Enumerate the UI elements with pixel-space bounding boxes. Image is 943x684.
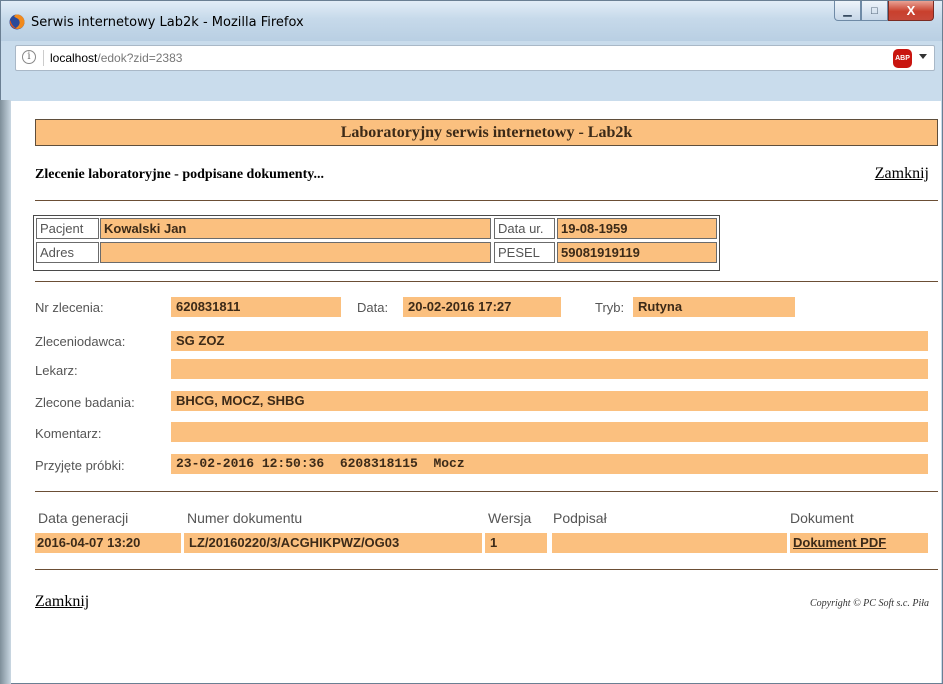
doctor-label: Lekarz: — [35, 363, 78, 378]
pesel-label: PESEL — [494, 242, 555, 263]
divider — [35, 281, 938, 282]
tests-value: BHCG, MOCZ, SHBG — [171, 391, 928, 411]
url-text[interactable]: localhost/edok?zid=2383 — [50, 51, 182, 65]
document-pdf-link[interactable]: Dokument PDF — [793, 535, 886, 550]
close-link-bottom[interactable]: Zamknij — [35, 593, 89, 611]
divider — [35, 491, 938, 492]
chevron-down-icon[interactable] — [919, 54, 927, 59]
copyright: Copyright © PC Soft s.c. Piła — [810, 598, 929, 609]
col-header-generated: Data generacji — [38, 510, 129, 526]
col-header-signed-by: Podpisał — [553, 510, 607, 526]
samples-value: 23-02-2016 12:50:36 6208318115 Mocz — [171, 454, 928, 474]
adblock-plus-icon[interactable]: ABP — [893, 49, 912, 68]
tests-label: Zlecone badania: — [35, 395, 135, 410]
order-number-value: 620831811 — [171, 297, 341, 317]
doc-number-value: LZ/20160220/3/ACGHIKPWZ/OG03 — [184, 533, 482, 553]
page-title: Zlecenie laboratoryjne - podpisane dokum… — [35, 167, 324, 182]
orderer-label: Zleceniodawca: — [35, 334, 126, 349]
col-header-document: Dokument — [790, 510, 854, 526]
close-link-top[interactable]: Zamknij — [875, 165, 929, 183]
window-left-frame — [0, 100, 11, 684]
minimize-icon: ▁ — [843, 5, 852, 17]
url-bar[interactable]: i localhost/edok?zid=2383 ABP — [15, 45, 935, 71]
samples-label: Przyjęte próbki: — [35, 458, 125, 473]
doc-version-value: 1 — [485, 533, 547, 553]
patient-name-value: Kowalski Jan — [100, 218, 491, 239]
order-mode-label: Tryb: — [595, 300, 625, 315]
close-icon: X — [906, 3, 916, 18]
content-top-strip — [11, 75, 941, 101]
doctor-value — [171, 359, 928, 379]
comment-value — [171, 422, 928, 442]
url-path: /edok?zid=2383 — [97, 51, 183, 65]
document-pdf-cell: Dokument PDF — [790, 533, 928, 553]
address-label: Adres — [36, 242, 99, 263]
window-controls: ▁ □ X — [834, 1, 934, 23]
col-header-doc-number: Numer dokumentu — [187, 510, 303, 526]
patient-name-label: Pacjent — [36, 218, 99, 239]
page-banner: Laboratoryjny serwis internetowy - Lab2k — [35, 119, 938, 146]
page-content: Laboratoryjny serwis internetowy - Lab2k… — [11, 101, 941, 683]
pesel-value: 59081919119 — [557, 242, 717, 263]
patient-table: Pacjent Kowalski Jan Data ur. 19-08-1959… — [33, 215, 720, 271]
address-value — [100, 242, 491, 263]
maximize-icon: □ — [871, 4, 878, 17]
dob-label: Data ur. — [494, 218, 555, 239]
title-bar[interactable]: Serwis internetowy Lab2k - Mozilla Firef… — [1, 1, 942, 41]
comment-label: Komentarz: — [35, 426, 102, 441]
order-date-label: Data: — [357, 300, 389, 315]
divider — [35, 200, 938, 201]
order-mode-value: Rutyna — [633, 297, 795, 317]
dob-value: 19-08-1959 — [557, 218, 717, 239]
doc-generated-value: 2016-04-07 13:20 — [35, 533, 181, 553]
orderer-value: SG ZOZ — [171, 331, 928, 351]
doc-signed-by-value — [552, 533, 787, 553]
order-date-value: 20-02-2016 17:27 — [403, 297, 561, 317]
close-window-button[interactable]: X — [888, 1, 934, 21]
url-separator — [43, 50, 44, 66]
url-host: localhost — [50, 51, 98, 65]
minimize-button[interactable]: ▁ — [834, 1, 861, 21]
maximize-button[interactable]: □ — [861, 1, 888, 21]
firefox-icon — [9, 14, 25, 30]
divider — [35, 569, 938, 570]
col-header-version: Wersja — [488, 510, 532, 526]
order-number-label: Nr zlecenia: — [35, 300, 104, 315]
info-icon[interactable]: i — [22, 50, 36, 64]
window-title: Serwis internetowy Lab2k - Mozilla Firef… — [31, 15, 304, 30]
